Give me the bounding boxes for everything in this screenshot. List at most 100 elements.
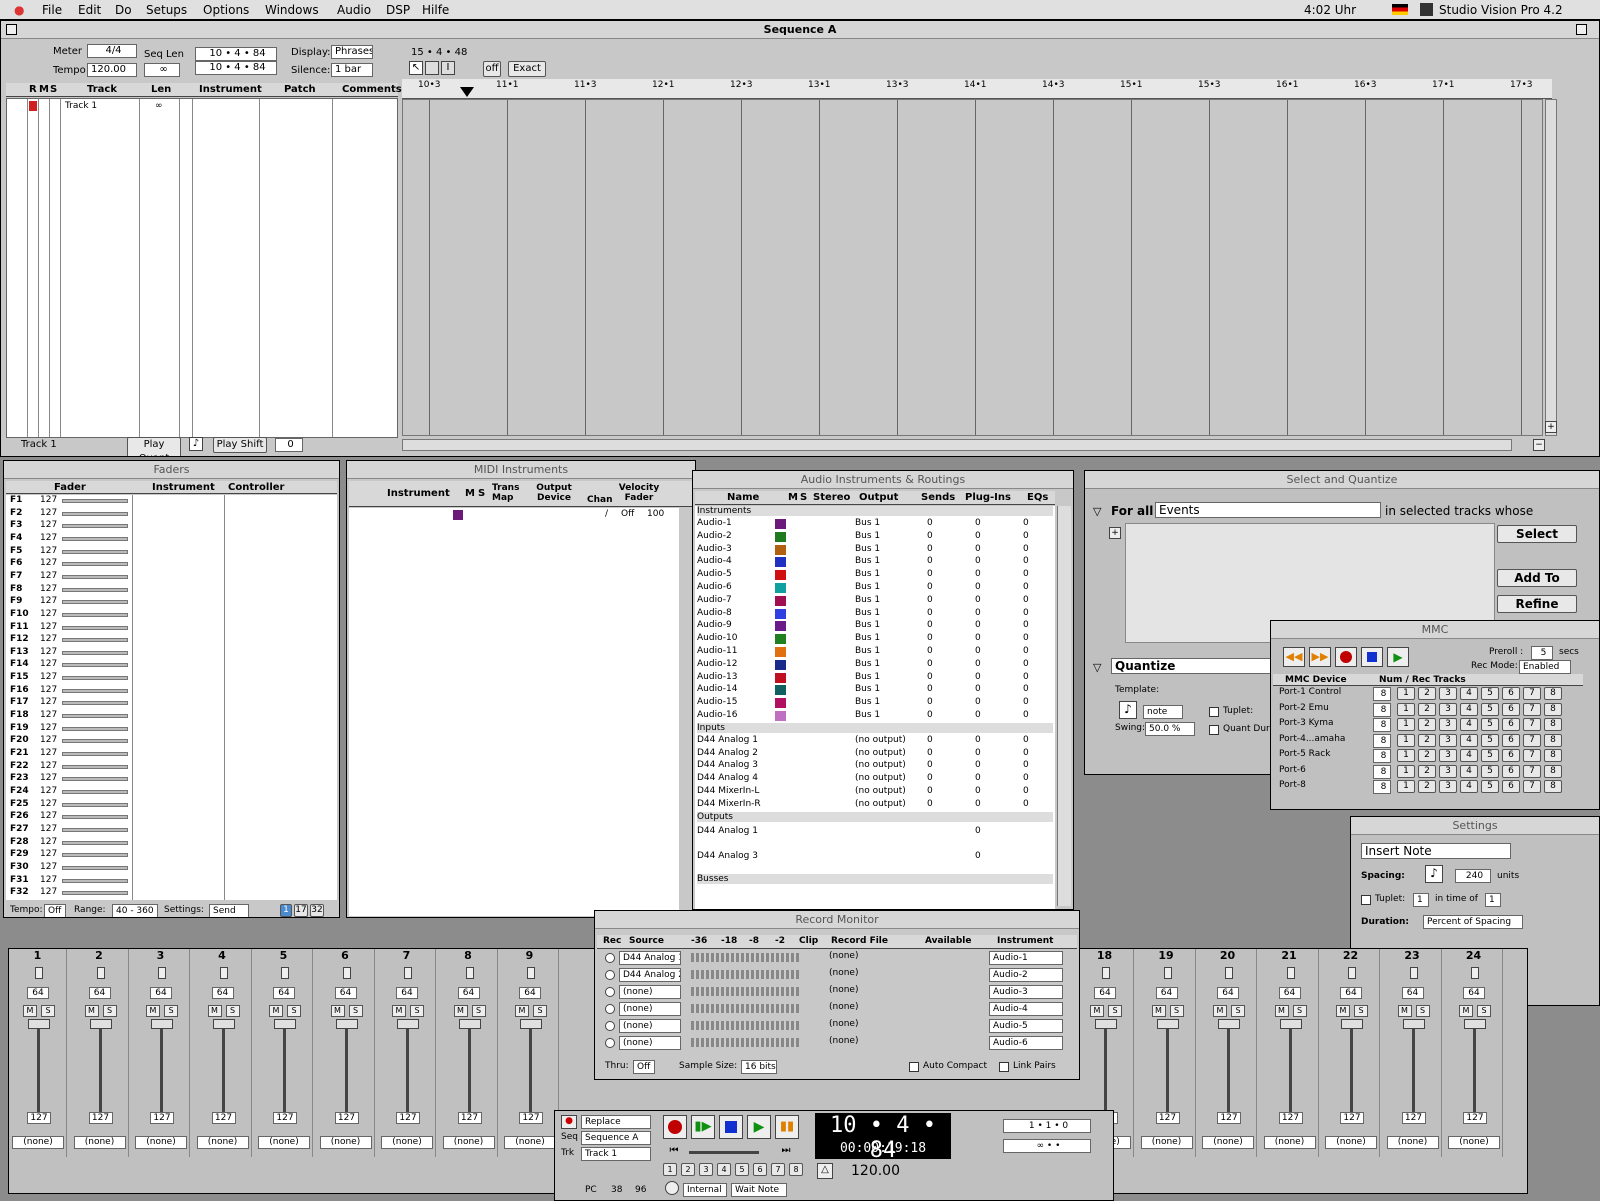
mmc-track-button[interactable]: 4 <box>1460 718 1478 731</box>
solo-button[interactable]: S <box>410 1005 424 1017</box>
solo-button[interactable]: S <box>1292 1005 1307 1017</box>
mmc-track-button[interactable]: 3 <box>1439 764 1457 778</box>
audio-row-output[interactable]: Bus 1 <box>855 620 880 630</box>
fader-cap[interactable] <box>212 1019 235 1029</box>
transport-number-button[interactable]: 4 <box>717 1163 731 1176</box>
mmc-track-button[interactable]: 6 <box>1502 749 1520 762</box>
faders-range-field[interactable]: 40 - 360 <box>112 904 158 917</box>
mmc-device-name[interactable]: Port-3 Kyma <box>1279 718 1334 728</box>
arrow-tool-icon[interactable]: ↖ <box>409 61 423 75</box>
fader-row-slider[interactable] <box>62 625 128 630</box>
audio-row-output[interactable]: Bus 1 <box>855 556 880 566</box>
rm-file-name[interactable]: (none) <box>829 985 858 995</box>
rm-instrument-field[interactable]: Audio-1 <box>989 951 1063 965</box>
mmc-track-button[interactable]: 7 <box>1523 702 1541 716</box>
fader-row-slider[interactable] <box>62 587 128 592</box>
zoom-out-icon[interactable]: − <box>1533 439 1545 451</box>
volume-value[interactable]: 127 <box>1401 1112 1426 1124</box>
fader-row-slider[interactable] <box>62 853 128 858</box>
end-field[interactable]: 10 • 4 • 84 <box>195 61 277 75</box>
fader-row-slider[interactable] <box>62 612 128 617</box>
mmc-track-button[interactable]: 8 <box>1544 718 1562 731</box>
rm-thru-field[interactable]: Off <box>633 1060 655 1074</box>
channel-instrument[interactable]: (none) <box>12 1136 64 1149</box>
spacing-note-icon[interactable]: ♪ <box>1425 865 1443 883</box>
solo-button[interactable]: S <box>1169 1005 1184 1017</box>
fader-row-label[interactable]: F22 <box>10 761 29 771</box>
volume-value[interactable]: 127 <box>457 1112 482 1124</box>
audio-row-name[interactable]: Audio-6 <box>697 582 732 592</box>
fader-row-slider[interactable] <box>62 511 128 516</box>
fader-cap[interactable] <box>1095 1019 1117 1029</box>
audio-row-color[interactable] <box>775 583 786 593</box>
fader-cap[interactable] <box>1279 1019 1302 1029</box>
menu-options[interactable]: Options <box>203 3 249 17</box>
fader-row-label[interactable]: F17 <box>10 697 29 707</box>
mmc-track-button[interactable]: 5 <box>1481 702 1499 716</box>
mmc-num-field[interactable]: 8 <box>1373 764 1391 779</box>
disclosure-icon[interactable]: ▽ <box>1093 505 1101 518</box>
midi-row-pct[interactable]: 100 <box>647 509 664 519</box>
marquee-tool-icon[interactable] <box>425 61 439 75</box>
channel-instrument[interactable]: (none) <box>1325 1136 1377 1149</box>
rm-rec-radio[interactable] <box>605 970 615 980</box>
pan-value[interactable]: 64 <box>1340 987 1362 999</box>
transport-number-button[interactable]: 5 <box>735 1163 749 1176</box>
close-box[interactable] <box>6 24 17 35</box>
volume-value[interactable]: 127 <box>334 1112 359 1124</box>
apple-icon[interactable]: ● <box>14 3 24 17</box>
fader-row-label[interactable]: F4 <box>10 533 22 543</box>
mute-button[interactable]: M <box>1459 1005 1473 1017</box>
mmc-device-name[interactable]: Port-8 <box>1279 780 1306 790</box>
faders-settings-field[interactable]: Send <box>209 904 249 917</box>
pan-knob[interactable] <box>404 967 412 979</box>
fader-row-slider[interactable] <box>62 840 128 845</box>
mmc-num-field[interactable]: 8 <box>1373 687 1391 701</box>
audio-row-output[interactable]: Bus 1 <box>855 684 880 694</box>
channel-instrument[interactable]: (none) <box>319 1136 372 1149</box>
audio-row-output[interactable]: Bus 1 <box>855 595 880 605</box>
mmc-track-button[interactable]: 1 <box>1397 764 1415 778</box>
fader-cap[interactable] <box>1464 1019 1486 1029</box>
input-row-output[interactable]: (no output) <box>855 799 906 809</box>
fader-row-label[interactable]: F15 <box>10 672 29 682</box>
play-quant-button[interactable]: Play Quant <box>127 437 181 456</box>
fader-row-label[interactable]: F2 <box>10 508 22 518</box>
record-button[interactable] <box>663 1115 687 1139</box>
audio-row-color[interactable] <box>775 659 786 670</box>
rm-source-field[interactable]: (none) <box>619 1002 681 1016</box>
audio-section-header[interactable]: Outputs <box>697 811 1053 822</box>
volume-value[interactable]: 127 <box>1155 1112 1180 1124</box>
audio-row-name[interactable]: Audio-7 <box>697 595 732 605</box>
solo-button[interactable]: S <box>41 1005 55 1017</box>
audio-row-name[interactable]: Audio-11 <box>697 646 737 656</box>
settings-mode-field[interactable]: Insert Note <box>1361 843 1511 859</box>
settings-tuplet-checkbox[interactable] <box>1361 895 1371 905</box>
channel-instrument[interactable]: (none) <box>442 1136 495 1149</box>
mmc-track-button[interactable]: 2 <box>1418 718 1436 731</box>
fader-row-slider[interactable] <box>62 878 128 883</box>
events-field[interactable]: Events <box>1155 502 1381 518</box>
mmc-track-button[interactable]: 2 <box>1418 749 1436 762</box>
mmc-track-button[interactable]: 1 <box>1397 733 1415 747</box>
volume-value[interactable]: 127 <box>88 1112 113 1124</box>
audio-row-name[interactable]: Audio-3 <box>697 544 732 554</box>
pan-knob[interactable] <box>1163 967 1172 979</box>
mute-button[interactable]: M <box>23 1005 37 1017</box>
fader-row-label[interactable]: F7 <box>10 571 22 581</box>
fader-row-label[interactable]: F11 <box>10 622 29 632</box>
volume-value[interactable]: 127 <box>211 1112 236 1124</box>
track-1-name[interactable]: Track 1 <box>65 101 97 111</box>
mmc-record-button[interactable] <box>1335 647 1357 667</box>
fader-row-label[interactable]: F16 <box>10 685 29 695</box>
rm-instrument-field[interactable]: Audio-2 <box>989 968 1063 982</box>
mmc-track-button[interactable]: 5 <box>1481 687 1499 700</box>
mute-button[interactable]: M <box>453 1005 468 1017</box>
channel-instrument[interactable]: (none) <box>1202 1136 1254 1149</box>
audio-row-color[interactable] <box>775 621 786 632</box>
pan-knob[interactable] <box>219 967 228 979</box>
channel-instrument[interactable]: (none) <box>196 1136 249 1149</box>
mmc-track-button[interactable]: 4 <box>1460 749 1478 762</box>
channel-instrument[interactable]: (none) <box>73 1136 126 1149</box>
mmc-track-button[interactable]: 3 <box>1439 687 1457 700</box>
